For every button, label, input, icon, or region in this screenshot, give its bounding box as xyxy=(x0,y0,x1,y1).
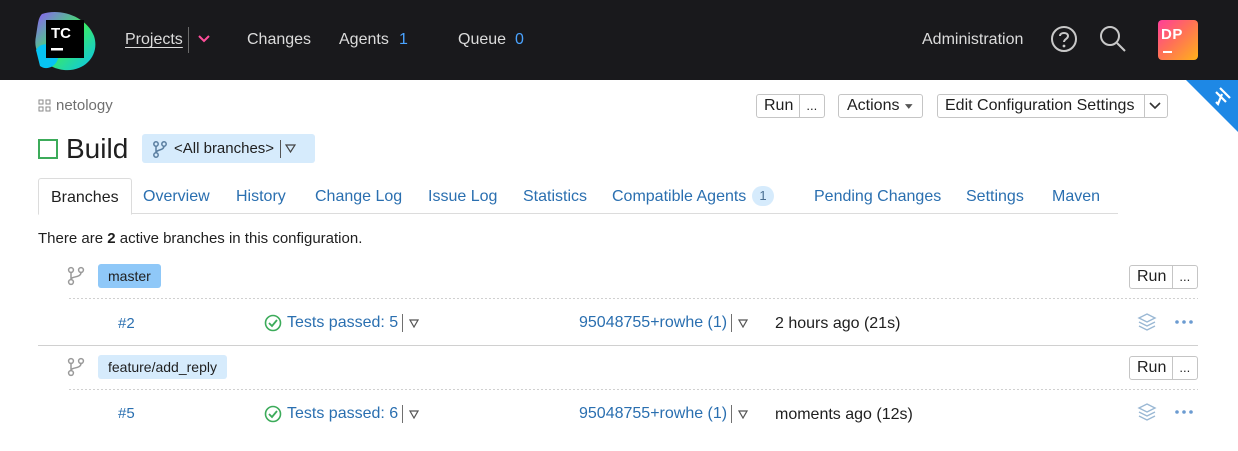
changes-divider xyxy=(731,314,733,332)
button-divider xyxy=(1172,357,1174,379)
build-status-link[interactable]: Tests passed: 6 xyxy=(287,405,398,423)
layers-icon[interactable] xyxy=(1136,311,1158,333)
search-icon[interactable] xyxy=(1098,24,1128,54)
breadcrumb-project[interactable]: netology xyxy=(56,97,113,114)
nav-agents[interactable]: Agents xyxy=(339,30,389,50)
build-status: Tests passed: 5 xyxy=(264,314,420,332)
nav-administration[interactable]: Administration xyxy=(922,30,1023,50)
branch-selector-label: <All branches> xyxy=(174,140,275,157)
button-divider xyxy=(799,95,801,117)
branch-icon xyxy=(153,140,167,158)
triangle-down-icon[interactable] xyxy=(409,409,420,419)
branches-summary: There are 2 active branches in this conf… xyxy=(38,230,362,247)
actions-button[interactable]: Actions xyxy=(838,94,923,118)
more-options-icon[interactable] xyxy=(1174,407,1194,417)
help-icon[interactable] xyxy=(1049,24,1079,54)
avatar-initials: DP xyxy=(1161,26,1183,43)
layers-icon[interactable] xyxy=(1136,401,1158,423)
tab-branches[interactable]: Branches xyxy=(38,178,132,215)
edit-configuration-label: Edit Configuration Settings xyxy=(945,97,1135,114)
tab-issue-log[interactable]: Issue Log xyxy=(428,178,497,214)
tab-pending-changes[interactable]: Pending Changes xyxy=(814,178,941,214)
branch-tag-master[interactable]: master xyxy=(98,264,161,288)
logo-text: TC xyxy=(51,25,71,42)
teamcity-logo[interactable]: TC xyxy=(34,10,98,72)
branch-run-options-button[interactable]: ... xyxy=(1179,266,1190,288)
page-title: Build xyxy=(66,133,129,164)
run-options-button[interactable]: ... xyxy=(806,95,817,117)
tab-overview[interactable]: Overview xyxy=(143,178,210,214)
queue-count[interactable]: 0 xyxy=(515,30,524,50)
branch-divider xyxy=(38,345,1198,346)
build-time: moments ago (12s) xyxy=(775,406,913,423)
selector-divider xyxy=(280,139,282,158)
avatar-underline xyxy=(1163,51,1172,53)
row-divider xyxy=(69,298,1198,299)
branch-selector[interactable]: <All branches> xyxy=(142,134,315,163)
tab-compatible-agents[interactable]: Compatible Agents 1 xyxy=(612,178,774,214)
nav-divider xyxy=(188,27,189,53)
branch-run-button-group: Run ... xyxy=(1129,265,1198,289)
chevron-down-icon[interactable] xyxy=(1149,101,1162,111)
check-circle-icon xyxy=(264,405,282,423)
triangle-down-icon[interactable] xyxy=(738,409,749,419)
user-avatar[interactable]: DP xyxy=(1158,20,1198,60)
branch-run-options-button[interactable]: ... xyxy=(1179,357,1190,379)
button-divider xyxy=(1172,266,1174,288)
branch-tag-feature[interactable]: feature/add_reply xyxy=(98,355,227,379)
tab-bar: Branches Overview History Change Log Iss… xyxy=(38,178,1118,215)
status-divider xyxy=(402,405,404,423)
top-navigation-bar: TC Projects Changes Agents 1 Queue 0 Adm… xyxy=(0,0,1238,80)
tab-settings[interactable]: Settings xyxy=(966,178,1024,214)
changes-link[interactable]: 95048755+rowhe (1) xyxy=(579,405,727,423)
build-status-link[interactable]: Tests passed: 5 xyxy=(287,314,398,332)
tab-statistics[interactable]: Statistics xyxy=(523,178,587,214)
triangle-down-icon[interactable] xyxy=(738,318,749,328)
nav-changes[interactable]: Changes xyxy=(247,30,311,50)
build-status: Tests passed: 6 xyxy=(264,405,420,423)
branch-run-button[interactable]: Run xyxy=(1137,357,1166,379)
status-divider xyxy=(402,314,404,332)
triangle-down-icon[interactable] xyxy=(285,144,297,153)
build-changes: 95048755+rowhe (1) xyxy=(579,314,749,332)
agents-count[interactable]: 1 xyxy=(399,30,408,50)
chevron-down-icon[interactable] xyxy=(197,32,211,46)
project-grid-icon xyxy=(38,99,51,111)
corner-ribbon-icon[interactable] xyxy=(1186,80,1238,132)
tab-change-log[interactable]: Change Log xyxy=(315,178,402,214)
branch-run-button-group: Run ... xyxy=(1129,356,1198,380)
nav-projects[interactable]: Projects xyxy=(125,30,183,50)
build-status-square-icon xyxy=(38,139,58,159)
summary-count: 2 xyxy=(107,230,116,247)
nav-queue[interactable]: Queue xyxy=(458,30,506,50)
summary-suffix: active branches in this configuration. xyxy=(119,230,363,247)
actions-label: Actions xyxy=(847,97,900,114)
tab-history[interactable]: History xyxy=(236,178,286,214)
branch-icon xyxy=(67,266,85,286)
build-number-link[interactable]: #2 xyxy=(118,315,135,332)
build-time: 2 hours ago (21s) xyxy=(775,315,901,332)
build-number-link[interactable]: #5 xyxy=(118,405,135,422)
build-changes: 95048755+rowhe (1) xyxy=(579,405,749,423)
more-options-icon[interactable] xyxy=(1174,317,1194,327)
branch-icon xyxy=(67,357,85,377)
compatible-agents-badge: 1 xyxy=(752,186,774,206)
check-circle-icon xyxy=(264,314,282,332)
branch-run-button[interactable]: Run xyxy=(1137,266,1166,288)
run-button[interactable]: Run xyxy=(764,95,793,117)
changes-divider xyxy=(731,405,733,423)
run-button-group: Run ... xyxy=(756,94,825,118)
caret-down-icon xyxy=(905,104,914,109)
triangle-down-icon[interactable] xyxy=(409,318,420,328)
button-divider xyxy=(1144,95,1146,117)
tab-maven[interactable]: Maven xyxy=(1052,178,1100,214)
summary-prefix: There are xyxy=(38,230,104,247)
tab-compatible-agents-label: Compatible Agents xyxy=(612,188,747,205)
row-divider xyxy=(69,389,1198,390)
edit-configuration-button[interactable]: Edit Configuration Settings xyxy=(937,94,1168,118)
breadcrumb: netology xyxy=(38,97,113,114)
changes-link[interactable]: 95048755+rowhe (1) xyxy=(579,314,727,332)
